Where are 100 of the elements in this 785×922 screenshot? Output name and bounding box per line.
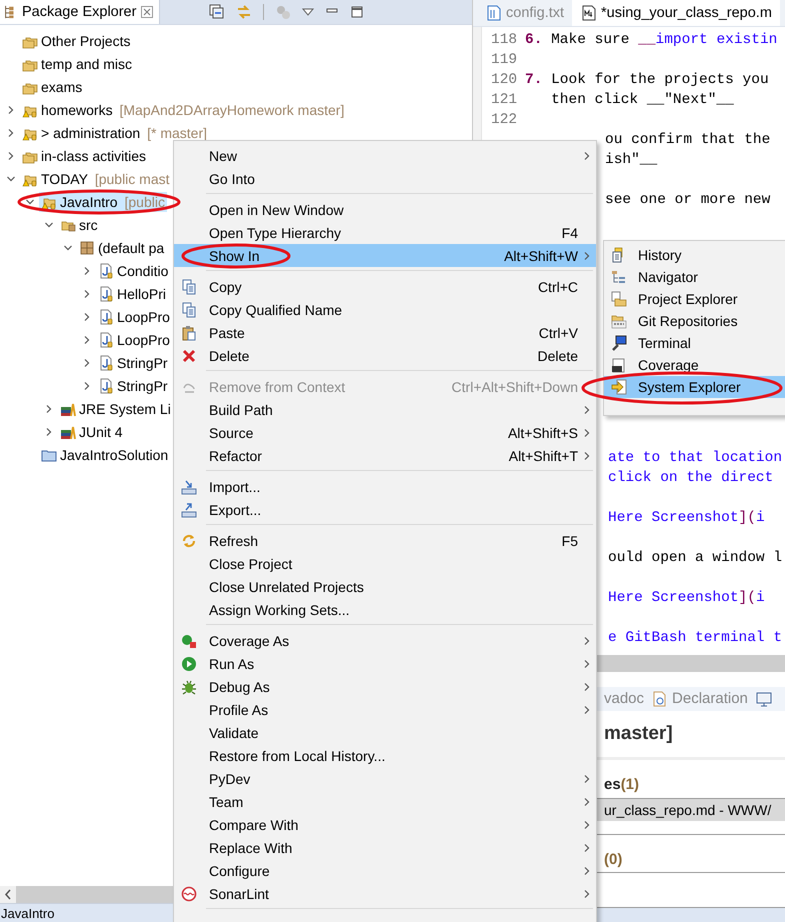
- menu-item[interactable]: Go Into: [174, 167, 596, 190]
- chevron-right-icon[interactable]: [82, 334, 92, 344]
- tree-item[interactable]: JRE System Li: [58, 398, 173, 418]
- menu-item[interactable]: Copy Qualified Name: [174, 298, 596, 321]
- chevron-right-icon[interactable]: [582, 796, 592, 806]
- tree-item[interactable]: > administration [* master]: [20, 122, 210, 142]
- menu-item[interactable]: Coverage: [604, 354, 785, 376]
- tree-item[interactable]: JUnit 4: [58, 422, 125, 442]
- chevron-right-icon[interactable]: [582, 888, 592, 898]
- chevron-right-icon[interactable]: [6, 104, 16, 114]
- java-file-icon: [98, 262, 114, 278]
- chevron-down-icon[interactable]: [6, 174, 16, 184]
- menu-item[interactable]: Refactor Alt+Shift+T: [174, 444, 596, 467]
- chevron-right-icon[interactable]: [582, 842, 592, 852]
- chevron-right-icon[interactable]: [82, 266, 92, 276]
- menu-item[interactable]: New: [174, 144, 596, 167]
- chevron-right-icon[interactable]: [582, 636, 592, 646]
- chevron-down-icon[interactable]: [25, 196, 35, 206]
- code-line: Here Screenshot](i: [608, 510, 765, 526]
- menu-item[interactable]: Close Project: [174, 552, 596, 575]
- menu-item[interactable]: Export...: [174, 498, 596, 521]
- menu-item[interactable]: History: [604, 244, 785, 266]
- menu-item[interactable]: Source Alt+Shift+S: [174, 421, 596, 444]
- menu-item[interactable]: Delete Delete: [174, 344, 596, 367]
- tree-item[interactable]: JavaIntroSolution: [39, 444, 170, 464]
- tree-item[interactable]: StringPr: [96, 376, 170, 396]
- maximize-icon[interactable]: [350, 5, 364, 19]
- chevron-right-icon[interactable]: [582, 658, 592, 668]
- menu-item[interactable]: Refresh F5: [174, 529, 596, 552]
- tree-item[interactable]: in-class activities: [20, 146, 148, 166]
- tree-item[interactable]: TODAY [public mast: [20, 168, 172, 188]
- menu-item[interactable]: Project Explorer: [604, 288, 785, 310]
- tree-item[interactable]: temp and misc: [20, 54, 134, 74]
- tree-item[interactable]: StringPr: [96, 352, 170, 372]
- chevron-right-icon[interactable]: [582, 150, 592, 160]
- tree-item[interactable]: LoopPro: [96, 330, 172, 350]
- tree-item[interactable]: (default pa: [77, 238, 166, 258]
- tree-item[interactable]: Other Projects: [20, 30, 132, 50]
- dropdown-icon[interactable]: [302, 8, 314, 16]
- chevron-right-icon[interactable]: [82, 288, 92, 298]
- wave-circle-icon: [181, 886, 197, 902]
- export-icon: [181, 502, 197, 518]
- editor-tab[interactable]: *using_your_class_repo.m: [572, 0, 780, 26]
- close-icon[interactable]: [141, 6, 154, 18]
- chevron-right-icon[interactable]: [82, 312, 92, 322]
- chevron-right-icon[interactable]: [582, 704, 592, 714]
- java-file-icon: [98, 378, 114, 394]
- code-line: Here Screenshot](i: [608, 590, 765, 606]
- chevron-right-icon[interactable]: [582, 774, 592, 784]
- menu-item[interactable]: Build Path: [174, 398, 596, 421]
- chevron-down-icon[interactable]: [63, 242, 73, 252]
- chevron-right-icon[interactable]: [582, 404, 592, 414]
- line-number: 119: [490, 52, 518, 68]
- collapse-all-icon[interactable]: [209, 4, 225, 20]
- menu-item[interactable]: Coverage As: [174, 629, 596, 652]
- chevron-right-icon[interactable]: [582, 866, 592, 876]
- monitor-icon[interactable]: [756, 690, 772, 707]
- java-file-icon: [98, 308, 114, 324]
- tree-item[interactable]: Conditio: [96, 260, 170, 280]
- tree-item[interactable]: LoopPro: [96, 306, 172, 326]
- menu-item[interactable]: Open Type Hierarchy F4: [174, 221, 596, 244]
- chevron-right-icon[interactable]: [582, 820, 592, 830]
- code-line: ate to that location: [608, 450, 782, 466]
- menu-item[interactable]: Paste Ctrl+V: [174, 321, 596, 344]
- chevron-right-icon[interactable]: [582, 250, 592, 260]
- import-icon: [181, 478, 197, 494]
- view-tab-label[interactable]: JavaIntro: [0, 906, 54, 920]
- chevron-right-icon[interactable]: [6, 150, 16, 160]
- chevron-right-icon[interactable]: [582, 450, 592, 460]
- scroll-left-icon[interactable]: [0, 886, 16, 903]
- chevron-right-icon[interactable]: [44, 404, 54, 414]
- menu-item[interactable]: SonarLint: [174, 882, 596, 905]
- menu-item[interactable]: Show In Alt+Shift+W: [174, 244, 596, 267]
- menu-item[interactable]: Run As: [174, 652, 596, 675]
- chevron-right-icon[interactable]: [82, 358, 92, 368]
- menu-item[interactable]: Navigator: [604, 266, 785, 288]
- tree-item[interactable]: homeworks [MapAnd2DArrayHomework master]: [20, 100, 346, 120]
- code-line: ould open a window l: [608, 550, 782, 566]
- menu-item[interactable]: Git Repositories: [604, 310, 785, 332]
- menu-item[interactable]: Import...: [174, 475, 596, 498]
- menu-item[interactable]: Close Unrelated Projects: [174, 575, 596, 598]
- menu-item[interactable]: Assign Working Sets...: [174, 598, 596, 621]
- tree-item[interactable]: exams: [20, 76, 84, 96]
- menu-item[interactable]: Open in New Window: [174, 198, 596, 221]
- copy-icon: [181, 278, 197, 294]
- view-tab[interactable]: Package Explorer: [0, 0, 160, 24]
- menu-item[interactable]: Terminal: [604, 332, 785, 354]
- code-line: see one or more new: [605, 192, 770, 208]
- chevron-right-icon[interactable]: [582, 428, 592, 438]
- menu-item[interactable]: Debug As: [174, 675, 596, 698]
- menu-item[interactable]: System Explorer: [604, 376, 785, 398]
- text-file-icon: [487, 5, 501, 21]
- chevron-right-icon[interactable]: [44, 426, 54, 436]
- tree-item[interactable]: HelloPri: [96, 284, 168, 304]
- menu-item[interactable]: Copy Ctrl+C: [174, 275, 596, 298]
- tree-item[interactable]: src: [58, 214, 100, 234]
- chevron-right-icon[interactable]: [582, 682, 592, 692]
- chevron-right-icon[interactable]: [82, 380, 92, 390]
- chevron-down-icon[interactable]: [44, 220, 54, 230]
- chevron-right-icon[interactable]: [6, 128, 16, 138]
